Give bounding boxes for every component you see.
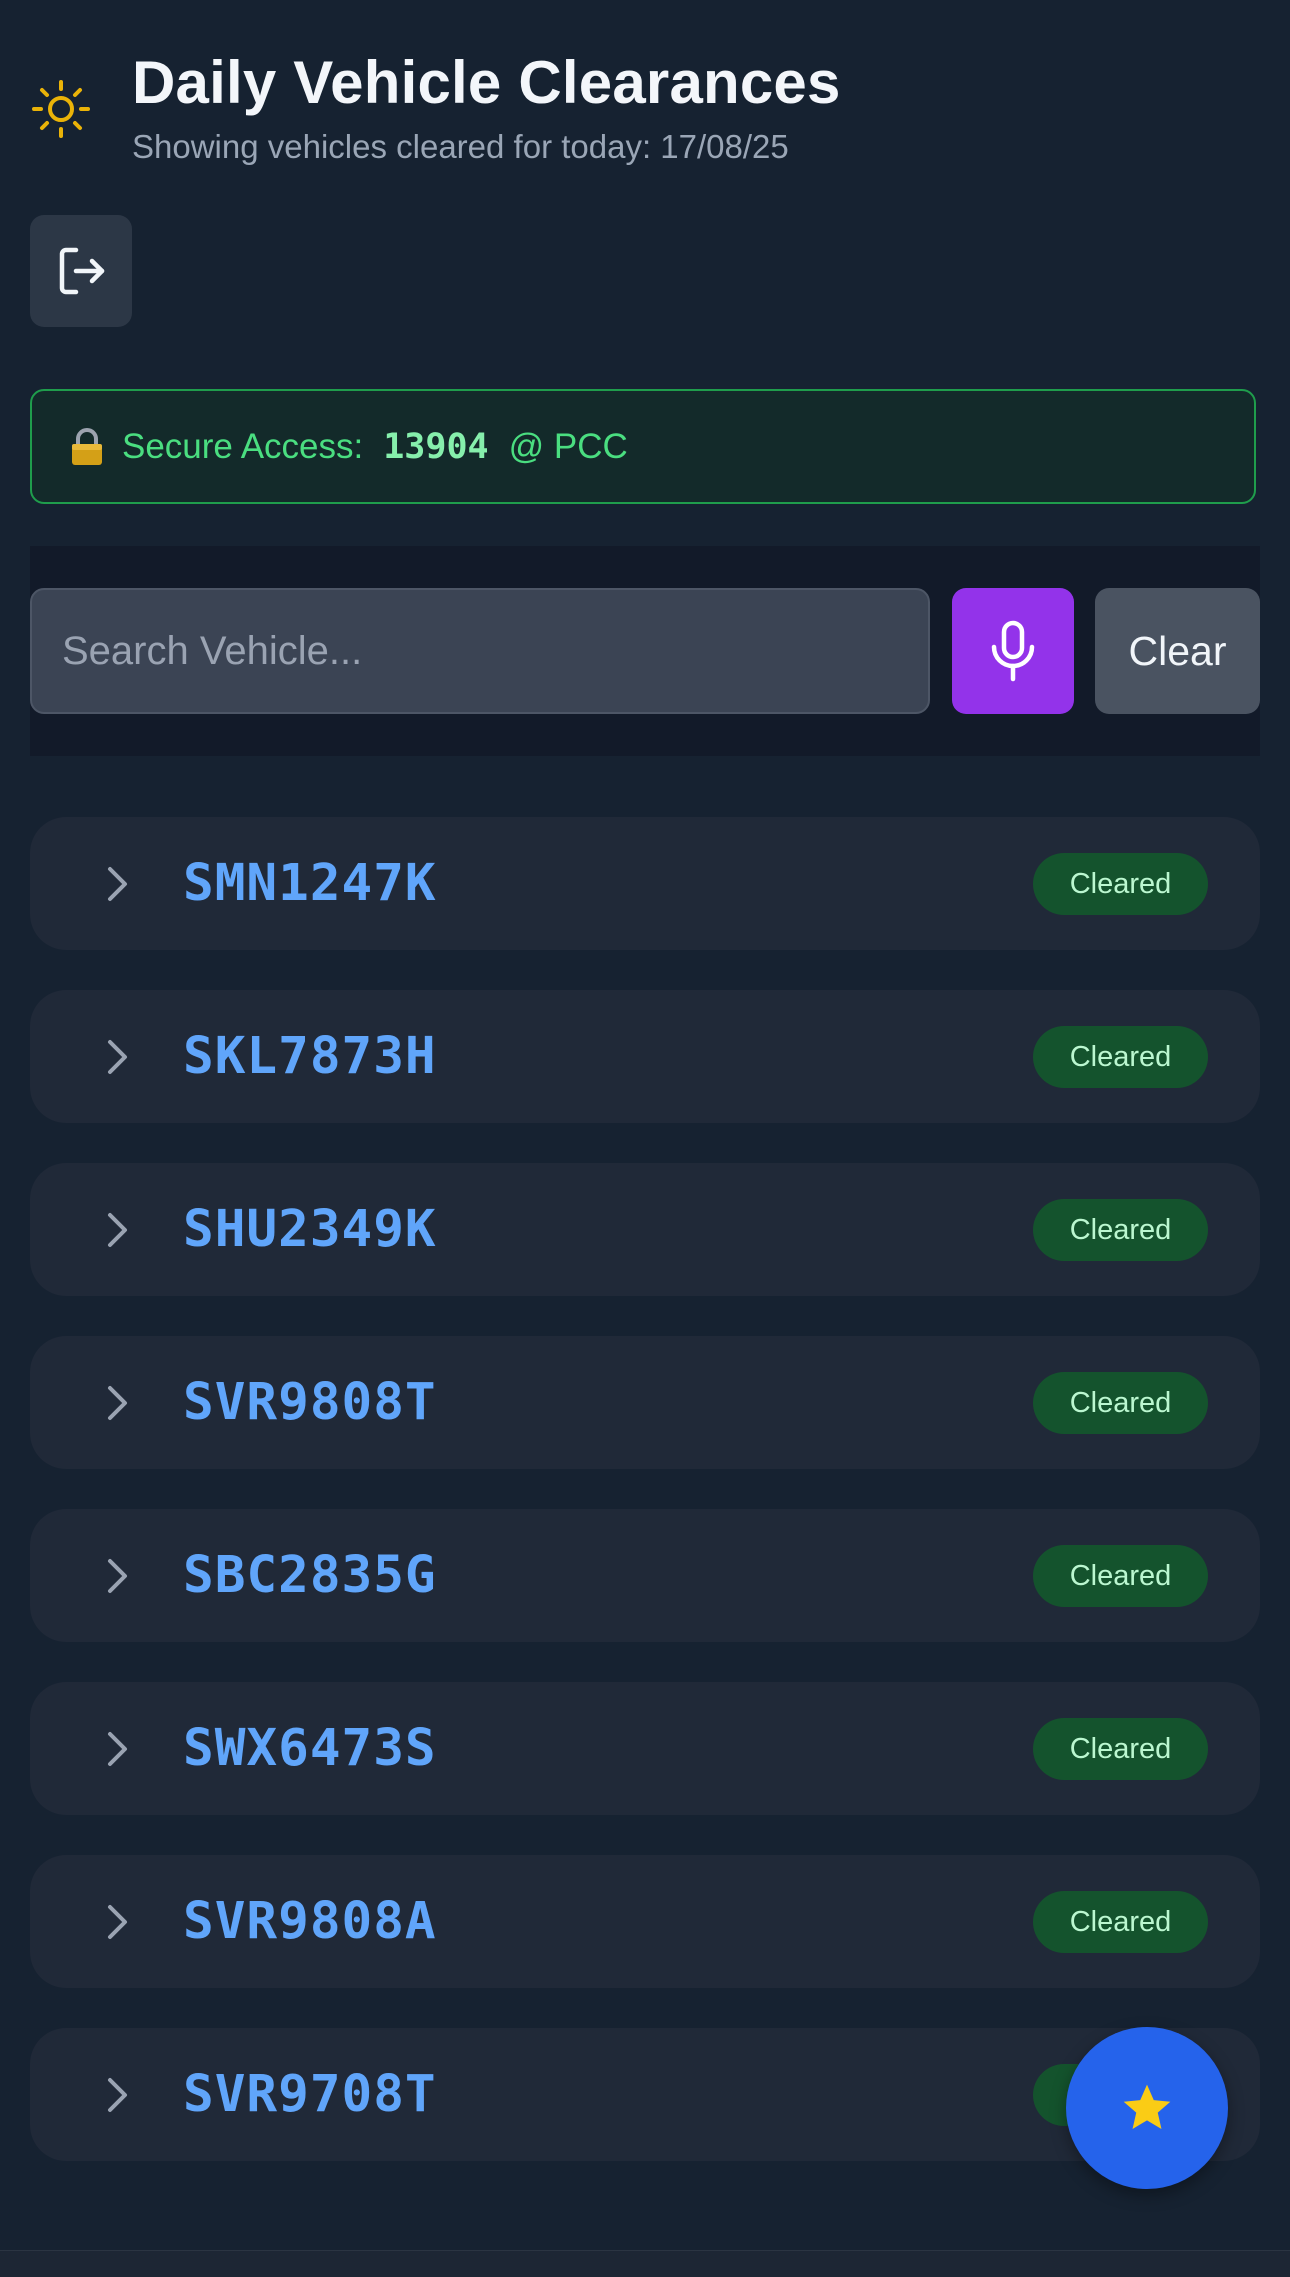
vehicle-plate: SVR9808A [183, 1892, 437, 1951]
vehicle-row[interactable]: SMN1247K Cleared [30, 817, 1260, 950]
status-badge: Cleared [1033, 1199, 1208, 1261]
vehicle-plate: SHU2349K [183, 1200, 437, 1259]
header: Daily Vehicle Clearances Showing vehicle… [0, 0, 1290, 190]
logout-button[interactable] [30, 215, 132, 327]
chevron-right-icon[interactable] [94, 1899, 140, 1945]
clear-button[interactable]: Clear [1095, 588, 1260, 714]
status-badge: Cleared [1033, 853, 1208, 915]
vehicle-row[interactable]: SVR9808T Cleared [30, 1336, 1260, 1469]
status-badge: Cleared [1033, 1372, 1208, 1434]
microphone-icon [991, 620, 1035, 682]
vehicle-plate: SVR9708T [183, 2065, 437, 2124]
secure-access-banner: Secure Access: 13904 @ PCC [30, 389, 1256, 504]
chevron-right-icon[interactable] [94, 1726, 140, 1772]
lock-icon [72, 427, 102, 465]
logout-icon [59, 247, 105, 295]
access-code: 13904 [383, 426, 489, 467]
chevron-right-icon[interactable] [94, 1207, 140, 1253]
vehicle-row[interactable]: SBC2835G Cleared [30, 1509, 1260, 1642]
vehicle-plate: SBC2835G [183, 1546, 437, 1605]
sun-icon[interactable] [30, 78, 92, 140]
vehicle-row[interactable]: SWX6473S Cleared [30, 1682, 1260, 1815]
status-badge: Cleared [1033, 1545, 1208, 1607]
status-badge: Cleared [1033, 1718, 1208, 1780]
access-location: @ PCC [508, 426, 628, 466]
vehicle-plate: SVR9808T [183, 1373, 437, 1432]
status-badge: Cleared [1033, 1891, 1208, 1953]
vehicle-plate: SMN1247K [183, 854, 437, 913]
page-title: Daily Vehicle Clearances [132, 49, 841, 116]
search-panel: Clear [30, 546, 1260, 756]
vehicle-list: SMN1247K Cleared SKL7873H Cleared SHU2349K Cl… [30, 817, 1260, 2201]
vehicle-plate: SKL7873H [183, 1027, 437, 1086]
chevron-right-icon[interactable] [94, 1553, 140, 1599]
secure-access-label: Secure Access: [122, 426, 364, 466]
vehicle-row[interactable]: SKL7873H Cleared [30, 990, 1260, 1123]
star-icon [1123, 2084, 1171, 2129]
chevron-right-icon[interactable] [94, 1034, 140, 1080]
favorites-fab[interactable] [1066, 2027, 1228, 2189]
page-subtitle: Showing vehicles cleared for today: 17/0… [132, 128, 789, 165]
chevron-right-icon[interactable] [94, 2072, 140, 2118]
voice-search-button[interactable] [952, 588, 1074, 714]
chevron-right-icon[interactable] [94, 1380, 140, 1426]
chevron-right-icon[interactable] [94, 861, 140, 907]
vehicle-plate: SWX6473S [183, 1719, 437, 1778]
status-badge: Cleared [1033, 1026, 1208, 1088]
vehicle-row[interactable]: SVR9808A Cleared [30, 1855, 1260, 1988]
bottom-bar [0, 2250, 1290, 2277]
vehicle-row[interactable]: SHU2349K Cleared [30, 1163, 1260, 1296]
search-input[interactable] [30, 588, 930, 714]
